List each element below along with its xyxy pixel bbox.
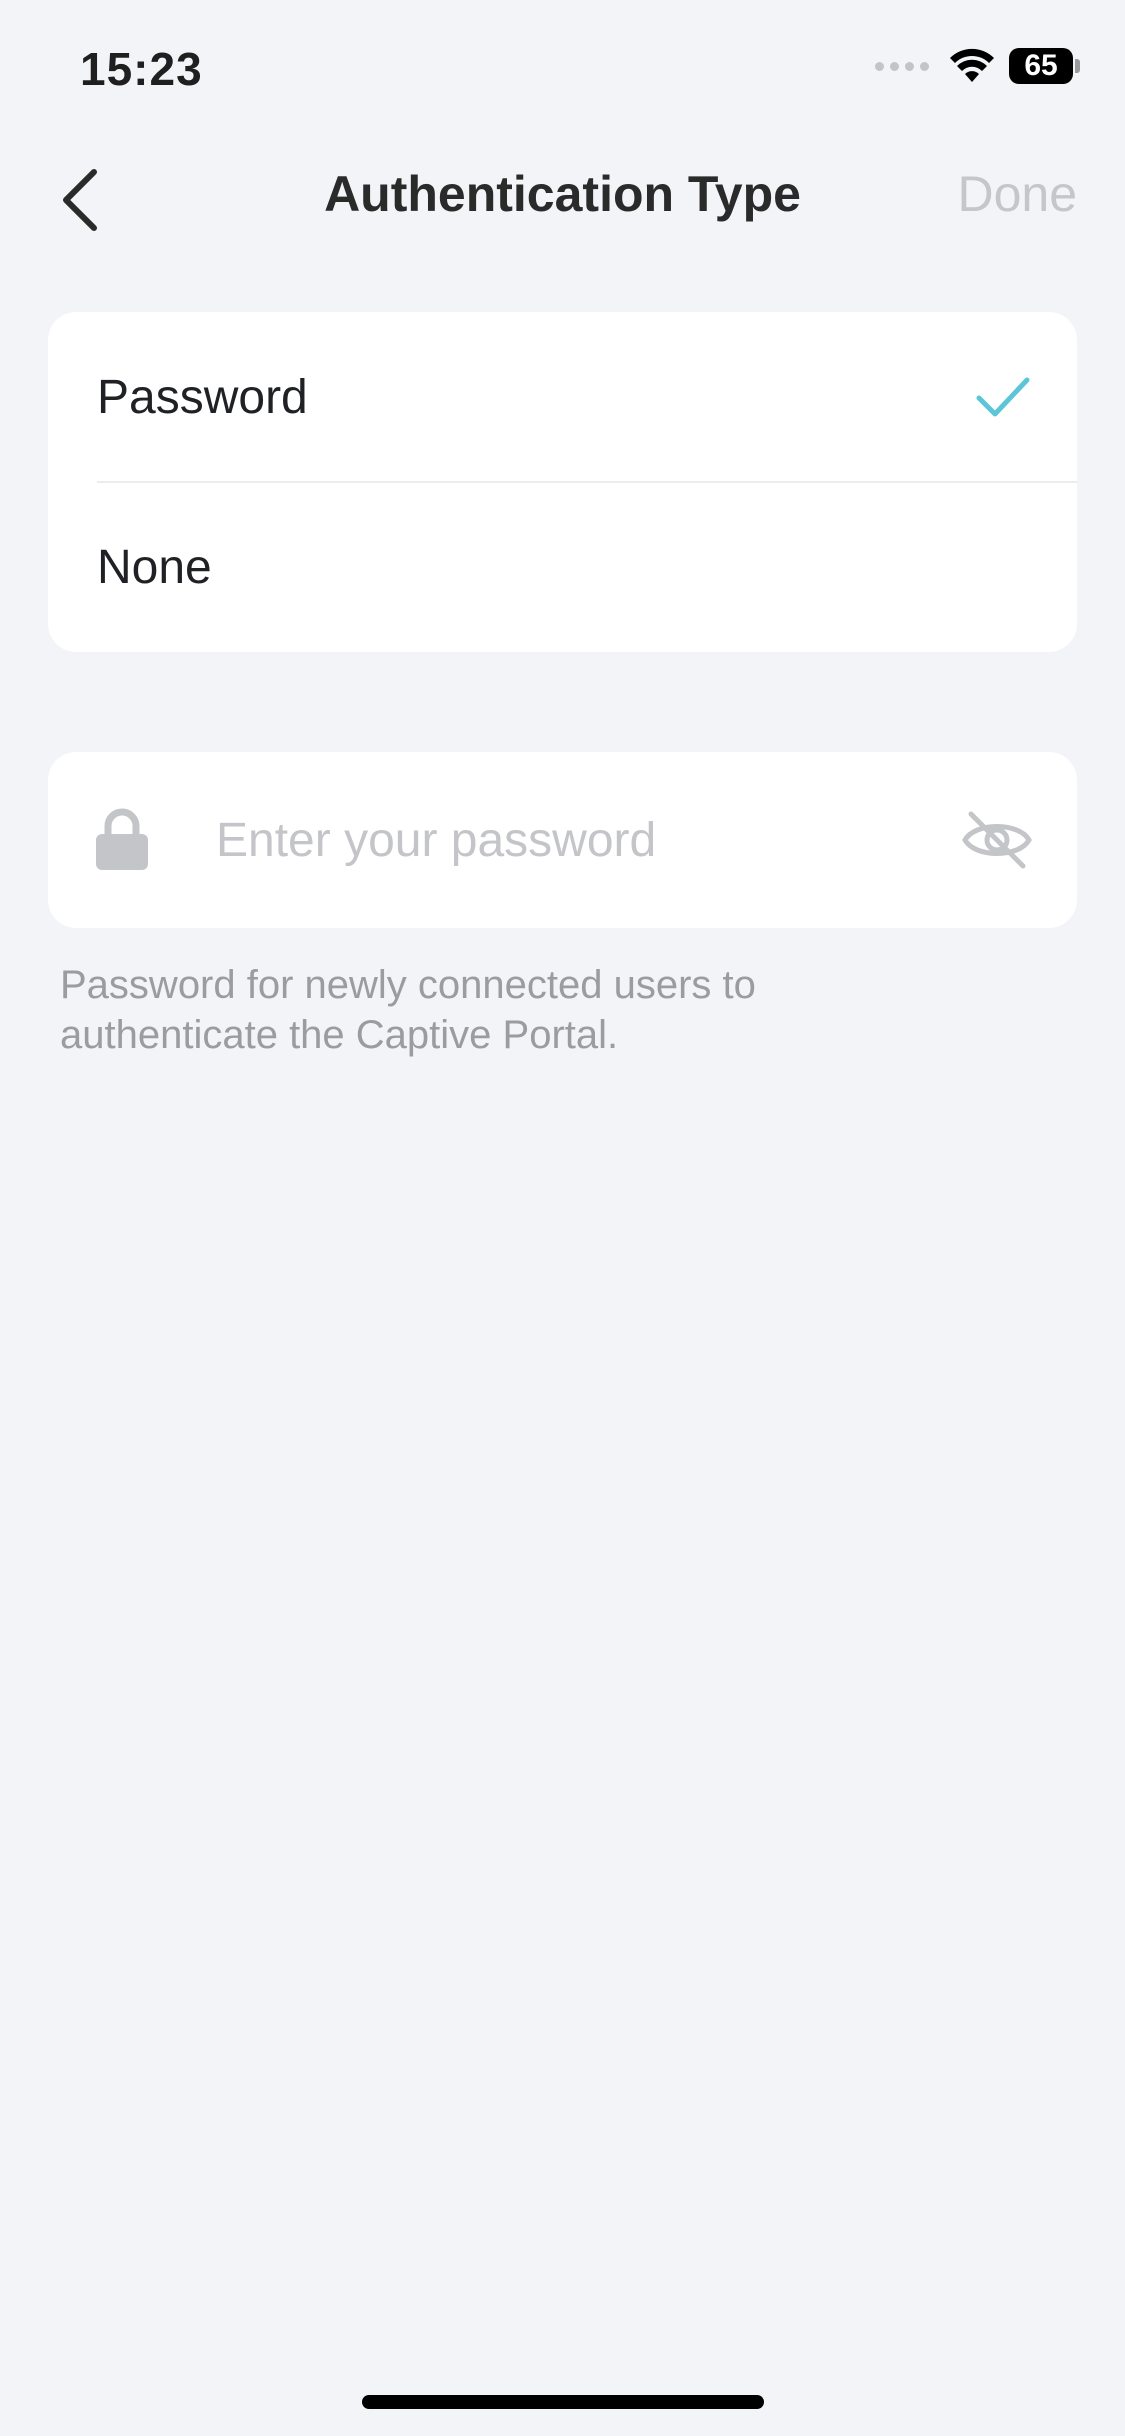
eye-off-icon[interactable] [961, 808, 1033, 872]
battery-level: 65 [1009, 48, 1073, 84]
lock-icon [96, 808, 148, 870]
option-label: Password [97, 370, 308, 424]
status-icons: 65 [875, 48, 1080, 84]
home-indicator[interactable] [362, 2395, 764, 2409]
page-title: Authentication Type [324, 166, 801, 222]
signal-dots-icon [875, 61, 929, 71]
done-button[interactable]: Done [957, 165, 1077, 223]
password-input[interactable] [216, 802, 966, 878]
status-time: 15:23 [80, 43, 203, 95]
password-helper-text: Password for newly connected users to au… [60, 963, 756, 1057]
option-none[interactable]: None [48, 482, 1077, 652]
option-password[interactable]: Password [48, 312, 1077, 482]
battery-icon: 65 [1009, 48, 1080, 84]
auth-type-options: Password None [48, 312, 1077, 652]
checkmark-icon [976, 377, 1030, 417]
password-field-container [48, 752, 1077, 928]
wifi-icon [950, 48, 994, 82]
option-label: None [97, 540, 212, 594]
